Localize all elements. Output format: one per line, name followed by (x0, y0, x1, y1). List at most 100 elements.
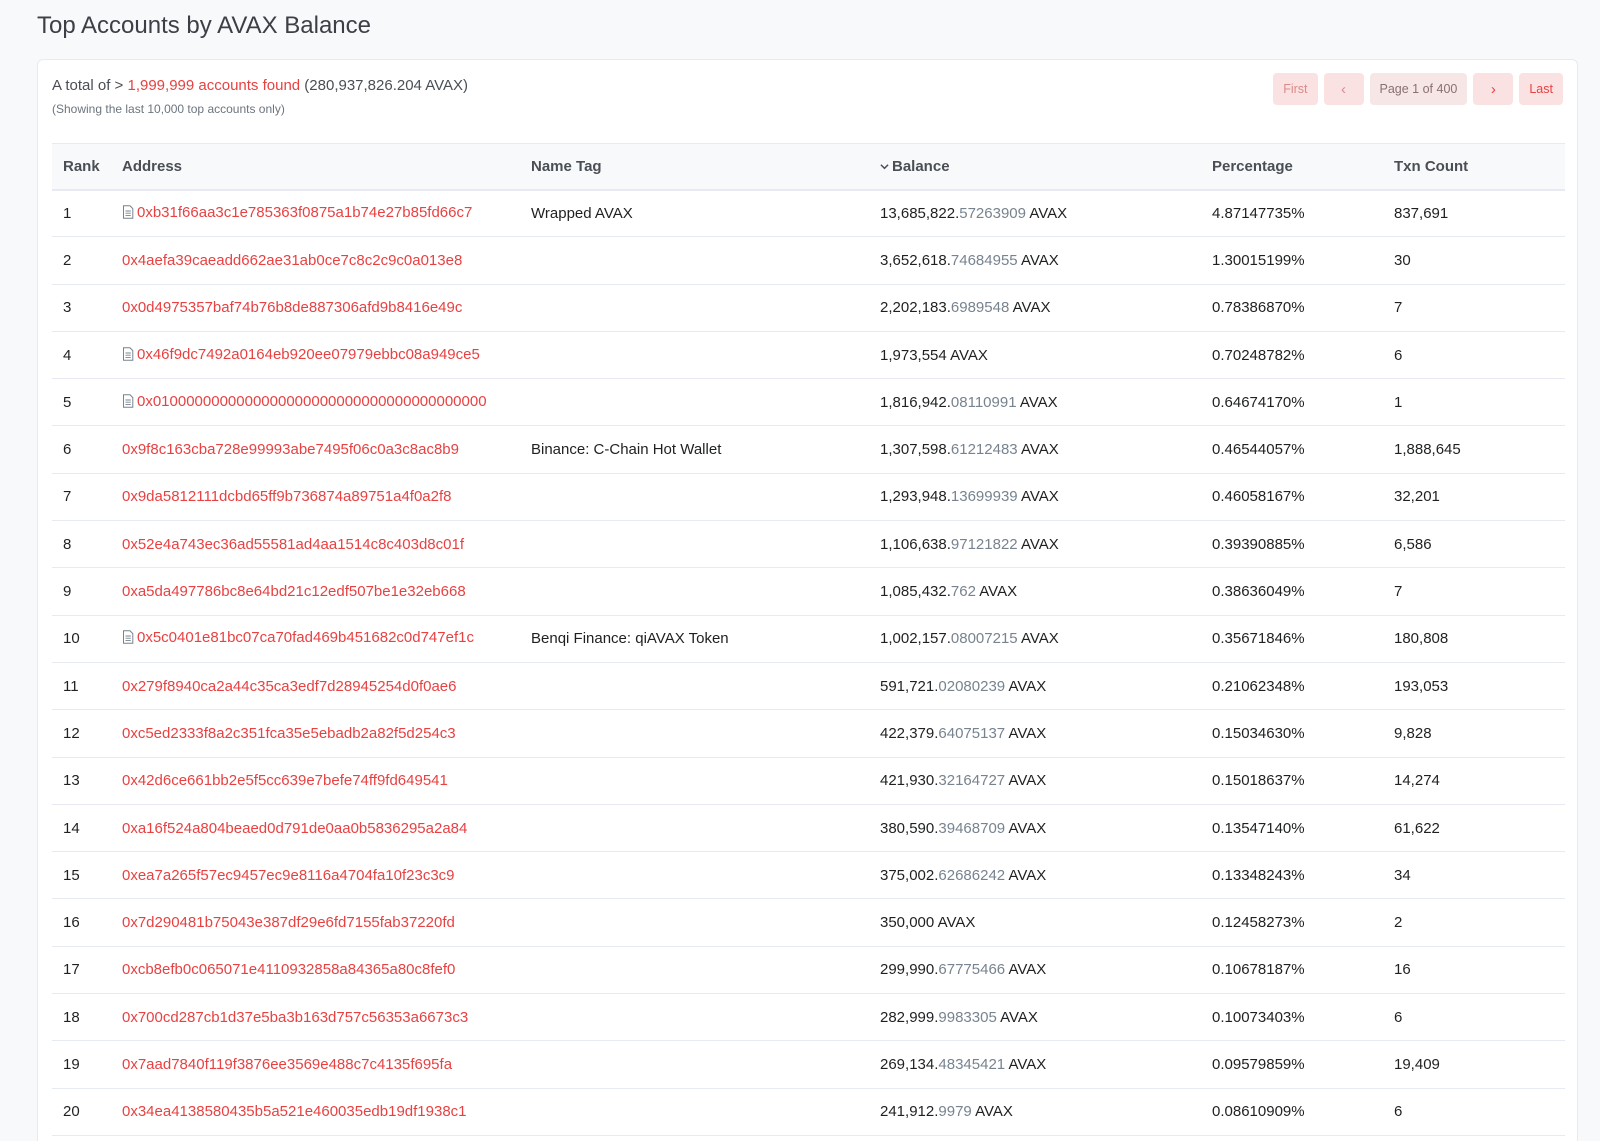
table-row: 4 0x46f9dc7492a0164eb920ee07979ebbc08a949… (52, 331, 1565, 380)
balance-unit: AVAX (1021, 251, 1059, 269)
table-row: 1 0xb31f66aa3c1e785363f0875a1b74e27b85fd6… (52, 189, 1565, 238)
first-page-button[interactable]: First (1273, 73, 1318, 105)
balance-integer: 1,293,948. (880, 488, 951, 506)
address-link[interactable]: 0xcb8efb0c065071e4110932858a84365a80c8fe… (122, 961, 455, 978)
percentage-cell: 0.78386870% (1201, 284, 1383, 332)
address-link[interactable]: 0xea7a265f57ec9457ec9e8116a4704fa10f23c3… (122, 867, 455, 884)
balance-unit: AVAX (979, 583, 1018, 601)
balance-cell: 299,990.67775466 AVAX (869, 946, 1201, 995)
address-link[interactable]: 0x9da5812111dcbd65ff9b736874a89751a4f0a2… (122, 488, 452, 505)
address-link[interactable]: 0x4aefa39caeadd662ae31ab0ce7c8c2c9c0a013… (122, 252, 462, 269)
percentage-cell: 0.46058167% (1201, 473, 1383, 522)
accounts-card: A total of > 1,999,999 accounts found (2… (37, 59, 1578, 1141)
last-page-button[interactable]: Last (1519, 73, 1563, 105)
balance-decimals: 32164727 (938, 772, 1006, 790)
percentage-cell: 1.30015199% (1201, 236, 1383, 285)
balance-unit: AVAX (1019, 393, 1058, 411)
prev-page-button[interactable]: ‹ (1323, 73, 1364, 105)
address-cell: 0x9f8c163cba728e99993abe7495f06c0a3c8ac8… (111, 425, 520, 474)
balance-unit: AVAX (1008, 772, 1047, 790)
table-row: 12 0xc5ed2333f8a2c351fca35e5ebadb2a82f5d2… (52, 709, 1565, 758)
address-link[interactable]: 0xc5ed2333f8a2c351fca35e5ebadb2a82f5d254… (122, 725, 456, 742)
balance-decimals: 62686242 (938, 866, 1006, 884)
header-percentage: Percentage (1201, 143, 1383, 191)
balance-unit: AVAX (1008, 677, 1047, 695)
address-link[interactable]: 0x01000000000000000000000000000000000000… (137, 393, 487, 410)
balance-unit: AVAX (937, 914, 976, 932)
balance-cell: 1,307,598.61212483 AVAX (869, 425, 1201, 474)
address-cell: 0xa16f524a804beaed0d791de0aa0b5836295a2a… (111, 804, 520, 853)
rank-cell: 20 (52, 1088, 111, 1136)
header-balance-label: Balance (892, 157, 950, 175)
address-link[interactable]: 0x0d4975357baf74b76b8de887306afd9b8416e4… (122, 299, 462, 316)
txn-count-cell: 9,828 (1383, 709, 1565, 758)
txn-count-cell: 16 (1383, 946, 1565, 995)
table-row: 20 0x34ea4138580435b5a521e460035edb19df19… (52, 1088, 1565, 1136)
contract-file-icon (122, 630, 134, 648)
address-link[interactable]: 0xb31f66aa3c1e785363f0875a1b74e27b85fd66… (137, 204, 472, 221)
balance-unit: AVAX (950, 346, 988, 364)
rank-cell: 16 (52, 898, 111, 947)
name-tag-cell: Binance: C-Chain Hot Wallet (520, 425, 869, 474)
balance-integer: 1,307,598. (880, 441, 951, 459)
address-link[interactable]: 0xa16f524a804beaed0d791de0aa0b5836295a2a… (122, 820, 467, 837)
summary: A total of > 1,999,999 accounts found (2… (52, 77, 468, 116)
name-tag-cell (520, 236, 869, 285)
percentage-cell: 0.15018637% (1201, 757, 1383, 805)
address-link[interactable]: 0x42d6ce661bb2e5f5cc639e7befe74ff9fd6495… (122, 772, 448, 789)
address-cell: 0xa5da497786bc8e64bd21c12edf507be1e32eb6… (111, 567, 520, 616)
percentage-cell: 0.13547140% (1201, 804, 1383, 853)
percentage-cell: 0.08610909% (1201, 1088, 1383, 1136)
header-name-tag: Name Tag (520, 143, 869, 191)
address-link[interactable]: 0x7d290481b75043e387df29e6fd7155fab37220… (122, 914, 455, 931)
rank-cell: 5 (52, 378, 111, 427)
address-link[interactable]: 0x279f8940ca2a44c35ca3edf7d28945254d0f0a… (122, 678, 456, 695)
address-link[interactable]: 0x46f9dc7492a0164eb920ee07979ebbc08a949c… (137, 346, 480, 363)
address-link[interactable]: 0x34ea4138580435b5a521e460035edb19df1938… (122, 1103, 467, 1120)
address-link[interactable]: 0x52e4a743ec36ad55581ad4aa1514c8c403d8c0… (122, 536, 464, 553)
address-cell: 0xea7a265f57ec9457ec9e8116a4704fa10f23c3… (111, 851, 520, 900)
balance-integer: 3,652,618. (880, 251, 951, 269)
balance-integer: 591,721. (880, 677, 939, 695)
address-link[interactable]: 0x700cd287cb1d37e5ba3b163d757c56353a6673… (122, 1009, 468, 1026)
txn-count-cell: 7 (1383, 284, 1565, 332)
balance-decimals: 39468709 (938, 819, 1006, 837)
txn-count-cell: 193,053 (1383, 662, 1565, 711)
rank-cell: 11 (52, 662, 111, 711)
rank-cell: 10 (52, 615, 111, 663)
balance-unit: AVAX (975, 1103, 1013, 1121)
address-cell: 0x5c0401e81bc07ca70fad469b451682c0d747ef… (111, 615, 520, 663)
name-tag-cell (520, 378, 869, 427)
header-balance[interactable]: Balance (869, 143, 1201, 191)
summary-line: A total of > 1,999,999 accounts found (2… (52, 77, 468, 94)
name-tag-cell (520, 946, 869, 995)
rank-cell: 1 (52, 189, 111, 238)
address-link[interactable]: 0x5c0401e81bc07ca70fad469b451682c0d747ef… (137, 629, 474, 646)
balance-integer: 2,202,183. (880, 299, 951, 317)
txn-count-cell: 14,274 (1383, 757, 1565, 805)
balance-decimals: 08007215 (950, 630, 1018, 648)
balance-unit: AVAX (1008, 1055, 1047, 1073)
percentage-cell: 0.35671846% (1201, 615, 1383, 663)
address-cell: 0x01000000000000000000000000000000000000… (111, 378, 520, 427)
address-cell: 0x700cd287cb1d37e5ba3b163d757c56353a6673… (111, 993, 520, 1042)
rank-cell: 6 (52, 425, 111, 474)
next-page-button[interactable]: › (1473, 73, 1514, 105)
address-cell: 0x46f9dc7492a0164eb920ee07979ebbc08a949c… (111, 331, 520, 380)
rank-cell: 12 (52, 709, 111, 758)
balance-decimals: 97121822 (950, 535, 1018, 553)
contract-file-icon (122, 205, 134, 223)
percentage-cell: 0.10678187% (1201, 946, 1383, 995)
balance-integer: 380,590. (880, 819, 939, 837)
address-cell: 0xcb8efb0c065071e4110932858a84365a80c8fe… (111, 946, 520, 995)
txn-count-cell: 6,586 (1383, 520, 1565, 569)
txn-count-cell: 6 (1383, 331, 1565, 380)
table-row: 15 0xea7a265f57ec9457ec9e8116a4704fa10f23… (52, 851, 1565, 900)
txn-count-cell: 61,622 (1383, 804, 1565, 853)
txn-count-cell: 34 (1383, 851, 1565, 900)
balance-cell: 421,930.32164727 AVAX (869, 757, 1201, 805)
address-link[interactable]: 0x7aad7840f119f3876ee3569e488c7c4135f695… (122, 1056, 452, 1073)
address-link[interactable]: 0xa5da497786bc8e64bd21c12edf507be1e32eb6… (122, 583, 466, 600)
percentage-cell: 0.15034630% (1201, 709, 1383, 758)
address-link[interactable]: 0x9f8c163cba728e99993abe7495f06c0a3c8ac8… (122, 441, 459, 458)
